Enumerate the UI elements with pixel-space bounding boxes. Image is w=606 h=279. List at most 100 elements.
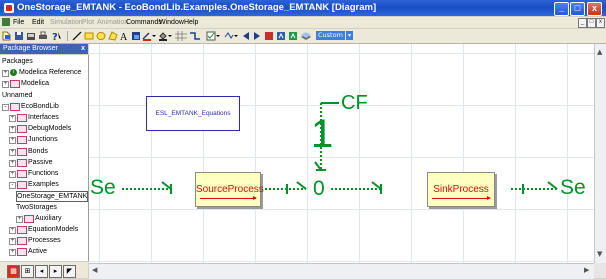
bond-zero-sink-half-arrow — [371, 181, 382, 190]
expand-icon[interactable]: + — [16, 215, 23, 223]
mdi-restore-button[interactable]: □ — [587, 18, 596, 28]
expand-icon[interactable]: + — [9, 227, 16, 234]
panel-footer: ▦ ⊞ ◂ ▸ ◤ — [0, 262, 88, 278]
collapse-icon[interactable]: - — [2, 103, 9, 111]
package-tree-label: Interfaces — [28, 114, 59, 121]
simulate-setup-icon[interactable] — [224, 31, 238, 41]
package-tree-label: Functions — [28, 170, 59, 177]
document-icon — [2, 18, 10, 26]
stop-icon[interactable] — [264, 31, 274, 41]
expand-icon[interactable]: + — [2, 70, 9, 78]
collapse-icon[interactable]: ◤ — [63, 265, 76, 278]
package-tree-label: DebugModels — [28, 125, 72, 133]
open-icon[interactable] — [26, 31, 36, 41]
grid-icon[interactable] — [175, 31, 187, 41]
window-title: OneStorage_EMTANK - EcoBondLib.Examples.… — [17, 2, 377, 13]
check-icon[interactable] — [206, 31, 220, 41]
menu-help[interactable]: Help — [184, 17, 198, 28]
next-icon[interactable]: ▸ — [49, 265, 62, 278]
package-tree-label: Modelica Reference — [19, 69, 82, 77]
menu-edit[interactable]: Edit — [32, 17, 44, 28]
maximize-button[interactable]: □ — [570, 2, 585, 16]
package-tree-label: Auxiliary — [35, 214, 62, 222]
close-panel-icon[interactable]: x — [81, 44, 85, 54]
bond-graph — [122, 102, 558, 194]
package-tree-label: EcoBondLib — [21, 102, 59, 110]
expand-icon[interactable]: + — [9, 171, 16, 178]
menu-bar: File Edit Simulation Plot Animation Comm… — [0, 17, 606, 28]
fill-color-icon[interactable] — [158, 31, 172, 41]
bond-sink-se-half-arrow — [547, 181, 558, 190]
help-pointer-icon[interactable]: ? — [52, 31, 62, 41]
menu-simulation[interactable]: Simulation — [50, 17, 83, 28]
library-icon[interactable]: ▦ — [7, 265, 20, 278]
print-icon[interactable] — [38, 31, 48, 41]
mdi-minimize-button[interactable]: _ — [578, 18, 587, 28]
bitmap-tool-icon[interactable] — [131, 31, 141, 41]
expand-icon[interactable]: + — [9, 137, 16, 145]
diagram-view-icon[interactable]: ⊞ — [21, 265, 34, 278]
se-left-label[interactable]: Se — [90, 176, 116, 200]
title-bar: OneStorage_EMTANK - EcoBondLib.Examples.… — [0, 0, 606, 16]
text-tool-icon[interactable]: A — [120, 31, 130, 41]
collapse-icon[interactable]: - — [9, 182, 16, 190]
diagram-canvas[interactable]: ESL_EMTANK_Equations SourceProcess SinkP… — [89, 44, 594, 263]
expand-icon[interactable]: + — [9, 238, 16, 246]
connect-mode-icon[interactable] — [189, 31, 201, 41]
modeling-mode-icon[interactable] — [276, 31, 286, 41]
rectangle-tool-icon[interactable] — [84, 31, 94, 41]
line-color-icon[interactable] — [142, 31, 156, 41]
menu-file[interactable]: File — [13, 17, 24, 28]
previous-icon[interactable]: ◂ — [35, 265, 48, 278]
close-window-button[interactable]: x — [587, 2, 602, 16]
package-folder-icon — [17, 237, 27, 246]
expand-icon[interactable]: + — [9, 126, 16, 134]
toolbar: ? A Custom ▾ — [0, 29, 606, 44]
sink-process-arrow — [432, 196, 491, 200]
cf-label[interactable]: CF — [341, 92, 368, 115]
custom-layout-select[interactable]: Custom — [316, 31, 345, 40]
save-icon[interactable] — [14, 31, 24, 41]
expand-icon[interactable]: + — [2, 81, 9, 89]
sink-process-block[interactable]: SinkProcess — [427, 172, 495, 207]
mdi-close-button[interactable]: x — [596, 18, 605, 28]
menu-plot[interactable]: Plot — [82, 17, 94, 28]
scroll-right-icon[interactable]: ▶ — [584, 266, 589, 274]
menu-animation[interactable]: Animation — [97, 17, 128, 28]
simulation-mode-icon[interactable] — [288, 31, 298, 41]
line-tool-icon[interactable] — [72, 31, 82, 41]
package-tree-label: Modelica — [21, 80, 50, 88]
info-icon: i — [10, 69, 17, 77]
scroll-down-icon[interactable]: ▼ — [597, 250, 602, 258]
zero-junction-label[interactable]: 0 — [313, 177, 325, 201]
forward-icon[interactable] — [252, 31, 262, 41]
one-junction-label[interactable]: 1 — [311, 114, 333, 154]
minimize-button[interactable]: _ — [554, 2, 569, 16]
layer-icon[interactable] — [300, 31, 312, 41]
polygon-tool-icon[interactable] — [108, 31, 118, 41]
scrollbar-corner — [594, 263, 606, 278]
expand-icon[interactable]: + — [9, 249, 16, 257]
menu-commands[interactable]: Commands — [126, 17, 162, 28]
package-folder-icon — [17, 147, 27, 156]
scroll-up-icon[interactable]: ▲ — [597, 48, 602, 56]
new-file-icon[interactable] — [2, 31, 12, 41]
package-tree-label: EquationModels — [28, 226, 79, 233]
source-process-block[interactable]: SourceProcess — [195, 172, 264, 207]
chevron-down-icon[interactable]: ▾ — [346, 31, 353, 40]
source-process-label: SourceProcess — [196, 184, 264, 195]
vertical-scrollbar[interactable]: ▲ ▼ — [594, 44, 606, 263]
ellipse-tool-icon[interactable] — [96, 31, 106, 41]
package-tree-label: Processes — [28, 237, 61, 245]
expand-icon[interactable]: + — [9, 148, 16, 156]
bond-source-zero-half-arrow — [296, 181, 307, 190]
package-browser-header: Package Browser x — [0, 44, 88, 54]
se-right-label[interactable]: Se — [560, 176, 586, 200]
back-icon[interactable] — [241, 31, 251, 41]
package-browser-title: Package Browser — [3, 45, 58, 52]
menu-window[interactable]: Window — [159, 17, 184, 28]
horizontal-scrollbar[interactable]: ◀ ▶ — [89, 263, 594, 279]
expand-icon[interactable]: + — [9, 115, 16, 122]
expand-icon[interactable]: + — [9, 159, 16, 167]
scroll-left-icon[interactable]: ◀ — [92, 266, 97, 274]
